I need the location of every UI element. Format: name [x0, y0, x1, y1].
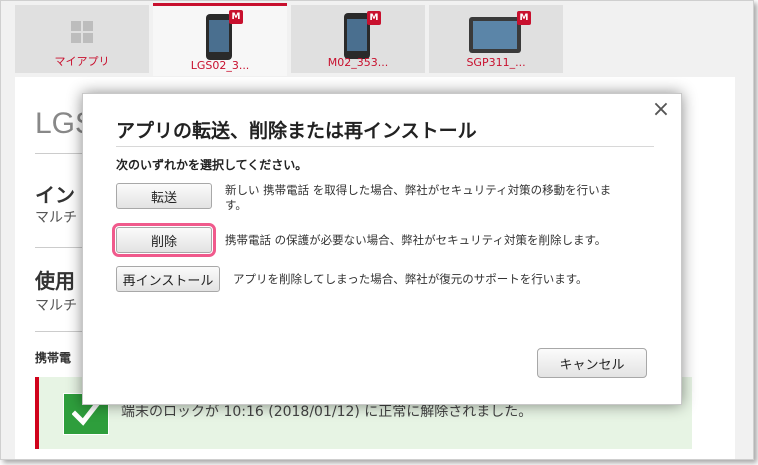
delete-button[interactable]: 削除	[112, 223, 216, 257]
mcafee-badge-icon: M	[517, 11, 531, 25]
close-icon[interactable]: ×	[651, 99, 671, 121]
phone-section-label: 携帯電	[35, 351, 72, 365]
tab-label: LGS02_3...	[190, 59, 250, 72]
dialog-instruction: 次のいずれかを選択してください。	[116, 158, 308, 172]
cancel-button[interactable]: キャンセル	[537, 348, 647, 378]
tablet-icon	[469, 17, 521, 53]
apps-grid-icon	[71, 21, 93, 43]
reinstall-button[interactable]: 再インストール	[116, 266, 220, 292]
dialog-divider	[116, 146, 654, 147]
section-subtext: マルチ	[35, 298, 77, 314]
transfer-description-line1: 新しい 携帯電話 を取得した場合、弊社がセキュリティ対策の移動を行いま	[225, 183, 612, 197]
tab-device-lgs02[interactable]: M LGS02_3...	[153, 3, 287, 76]
tab-label: マイアプリ	[54, 55, 110, 68]
section-heading: イン	[35, 183, 75, 207]
section-heading: 使用	[35, 269, 75, 293]
app-frame: マイアプリ M LGS02_3... M M02_353... M SGP311…	[0, 0, 754, 460]
mcafee-badge-icon: M	[367, 11, 381, 25]
dialog-title: アプリの転送、削除または再インストール	[116, 120, 477, 142]
tab-label: SGP311_...	[466, 56, 526, 69]
tab-device-sgp311[interactable]: M SGP311_...	[429, 5, 563, 73]
reinstall-description: アプリを削除してしまった場合、弊社が復元のサポートを行います。	[233, 272, 588, 286]
tab-my-apps[interactable]: マイアプリ	[15, 5, 149, 73]
transfer-button[interactable]: 転送	[116, 183, 212, 209]
transfer-description-line2: す。	[225, 198, 247, 212]
mcafee-badge-icon: M	[229, 10, 243, 24]
tab-device-m02[interactable]: M M02_353...	[291, 5, 425, 73]
transfer-description: 新しい 携帯電話 を取得した場合、弊社がセキュリティ対策の移動を行いま す。	[225, 183, 655, 213]
delete-description: 携帯電話 の保護が必要ない場合、弊社がセキュリティ対策を削除します。	[225, 233, 607, 247]
transfer-delete-reinstall-dialog: × アプリの転送、削除または再インストール 次のいずれかを選択してください。 転…	[82, 93, 682, 405]
section-subtext: マルチ	[35, 210, 77, 226]
tab-label: M02_353...	[327, 56, 389, 69]
